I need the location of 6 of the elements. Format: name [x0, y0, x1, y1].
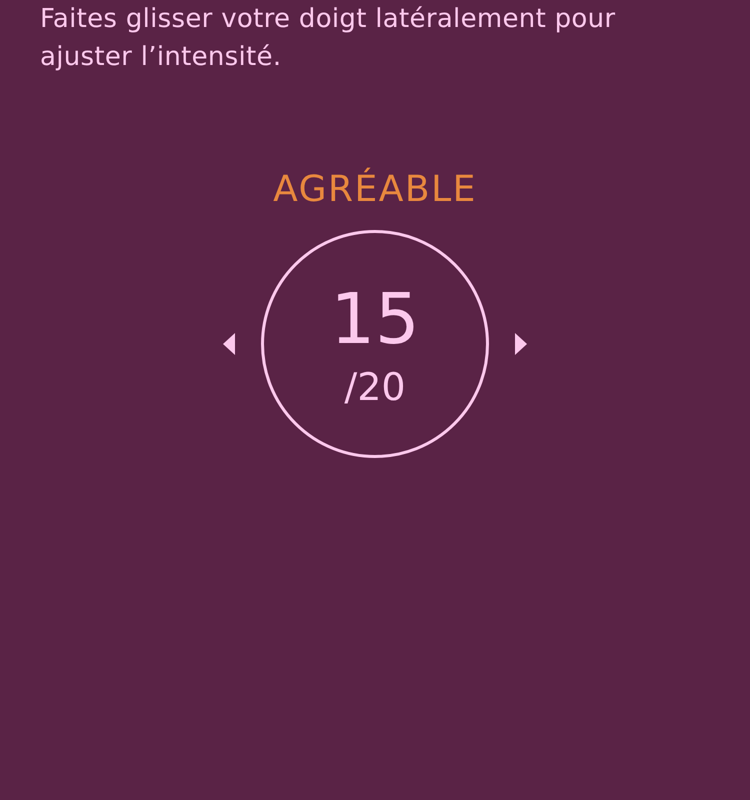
score-value: 15 — [330, 279, 420, 359]
left-arrow-icon[interactable] — [223, 333, 235, 355]
score-max: /20 — [344, 365, 406, 409]
instruction-text: Faites glisser votre doigt latéralement pour ajuster l’intensité. — [40, 3, 616, 74]
rating-label: AGRÉABLE — [273, 168, 477, 212]
right-arrow-icon[interactable] — [515, 333, 527, 355]
